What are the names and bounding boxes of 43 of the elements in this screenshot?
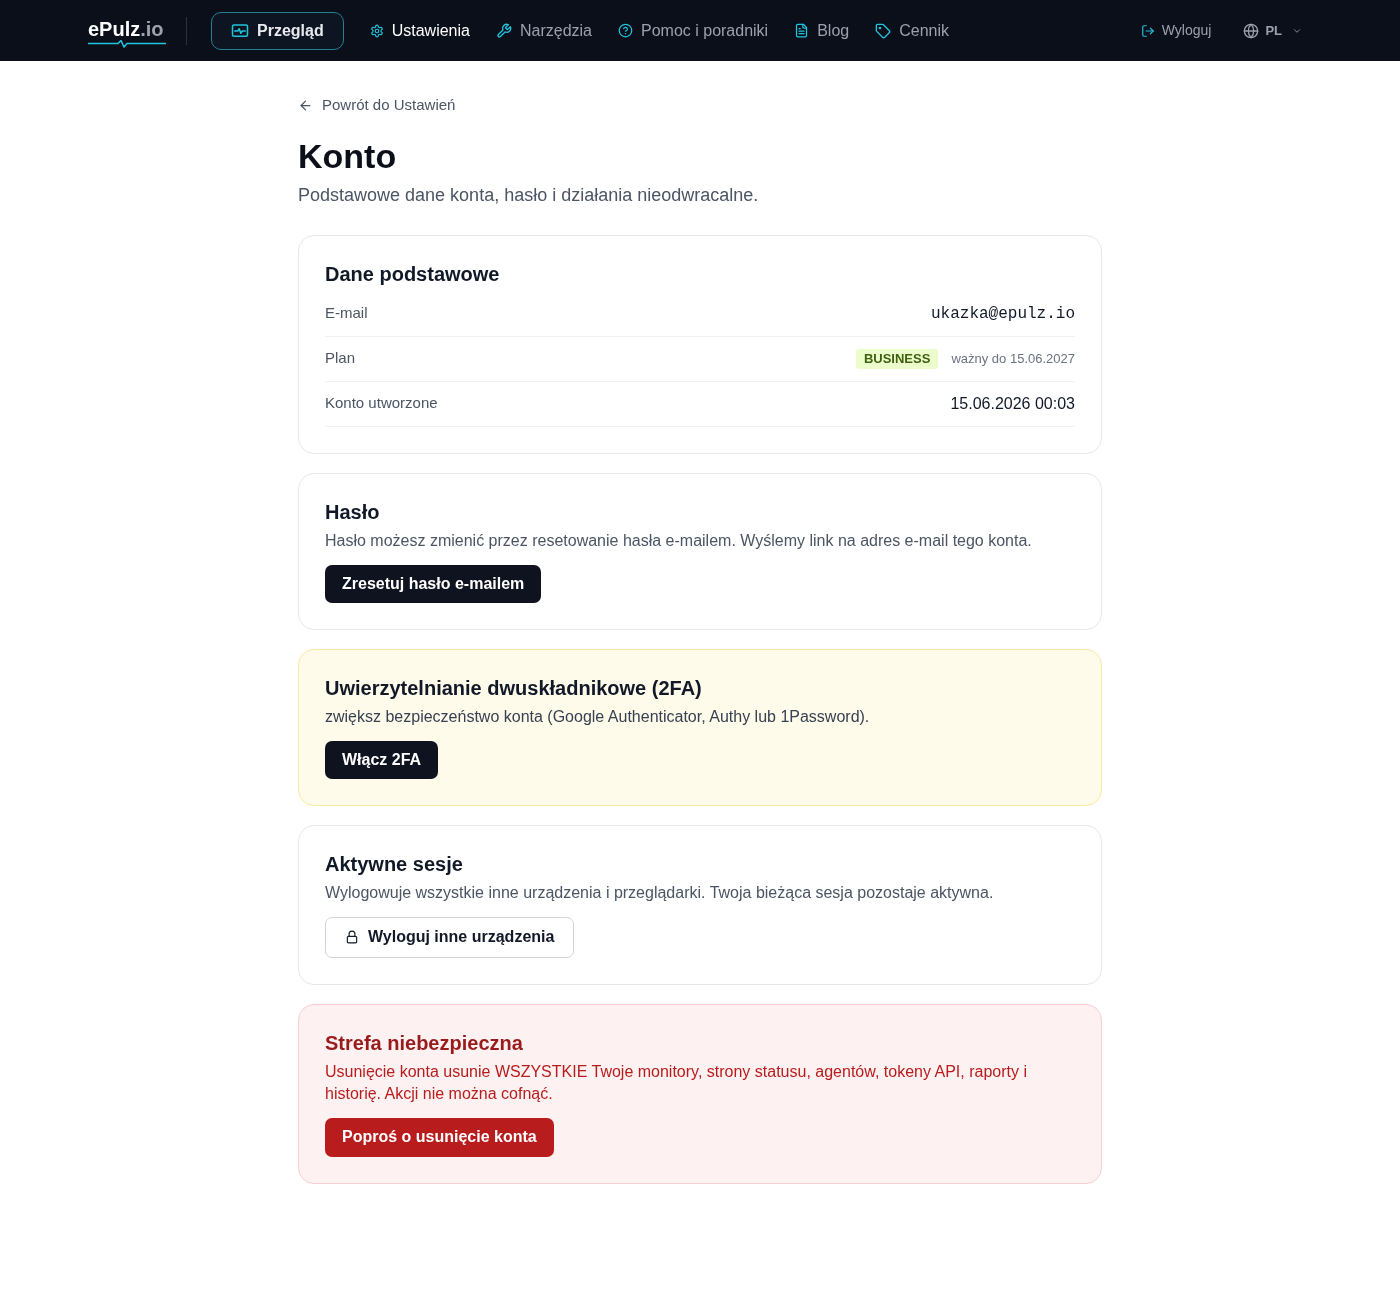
card-title: Dane podstawowe — [325, 261, 501, 287]
nav-tab[interactable]: Ustawienia — [369, 20, 470, 41]
card-title: Hasło — [325, 499, 381, 525]
card-description: Hasło możesz zmienić przez resetowanie hasła e-mailem. Wyślemy link na adres e-mail tego konta. — [325, 530, 1033, 551]
language-selector[interactable]: PL — [1243, 20, 1302, 41]
delete-account-button[interactable]: Poproś o usunięcie konta — [325, 1117, 554, 1157]
logout-link[interactable]: Wyloguj — [1140, 20, 1212, 41]
page-title: Konto — [298, 135, 398, 176]
logo-link[interactable]: ePulz.io — [88, 13, 166, 48]
card-title: Uwierzytelnianie dwuskładnikowe (2FA) — [325, 675, 703, 701]
row-label: E-mail — [325, 303, 368, 324]
action-button[interactable]: Zresetuj hasło e-mailem — [325, 564, 542, 603]
plan-badge: BUSINESS — [855, 348, 939, 369]
email-value: ukazka@epulz.io — [930, 303, 1075, 325]
card-title: Aktywne sesje — [325, 851, 464, 877]
tag-icon — [875, 22, 892, 39]
card-description: Usunięcie konta usunie WSZYSTKIE Twoje monitory, strony statusu, agentów, tokeny API, raporty i historię. Akcji nie można cofnąć. — [325, 1061, 1028, 1104]
row-value: 15.06.2026 00:03 — [950, 393, 1075, 414]
plan-expiry: ważny do 15.06.2027 — [951, 349, 1075, 368]
nav-tab[interactable]: Cennik — [875, 20, 949, 41]
wrench-icon — [495, 22, 512, 39]
pulse-line-icon — [88, 39, 166, 48]
lock-icon — [345, 930, 359, 944]
row-label: Konto utworzone — [325, 393, 438, 414]
back-link[interactable]: Powrót do Ustawień — [298, 95, 456, 115]
gear-icon — [369, 23, 384, 38]
row-label: Plan — [325, 348, 356, 369]
action-button[interactable]: Wyloguj inne urządzenia — [325, 916, 575, 958]
card-description: Wylogowuje wszystkie inne urządzenia i przeglądarki. Twoja bieżąca sesja pozostaje aktywna. — [325, 882, 995, 903]
card-title: Strefa niebezpieczna — [325, 1030, 524, 1056]
nav-tab[interactable]: Pomoc i poradniki — [618, 20, 769, 41]
nav-tab[interactable]: Narzędzia — [495, 20, 592, 41]
arrow-left-icon — [298, 97, 313, 113]
nav-tab[interactable]: Blog — [794, 20, 850, 41]
action-button[interactable]: Włącz 2FA — [325, 740, 439, 779]
help-icon — [618, 23, 633, 38]
globe-icon — [1243, 22, 1260, 39]
nav-tab[interactable]: Przegląd — [211, 11, 344, 50]
page-subtitle: Podstawowe dane konta, hasło i działania nieodwracalne. — [298, 183, 760, 207]
document-icon — [794, 23, 810, 38]
card-description: zwiększ bezpieczeństwo konta (Google Authenticator, Authy lub 1Password). — [325, 706, 871, 727]
monitor-pulse-icon — [231, 21, 249, 40]
logout-icon — [1140, 23, 1155, 38]
